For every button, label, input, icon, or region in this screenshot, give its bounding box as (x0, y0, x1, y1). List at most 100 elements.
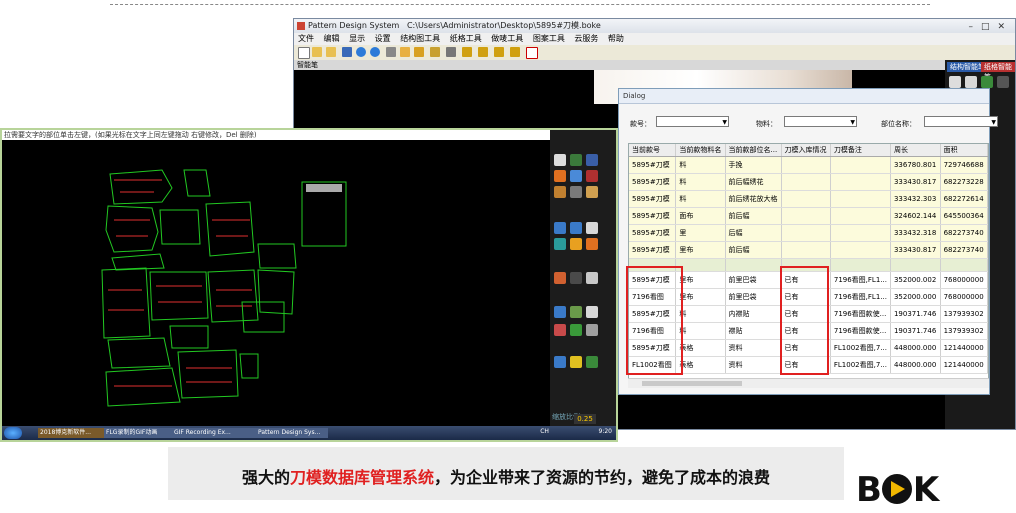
col-header-part[interactable]: 当前款部位名... (725, 144, 782, 157)
pattern-canvas[interactable] (2, 140, 550, 426)
text-tool-icon[interactable] (586, 272, 598, 284)
scissor-icon[interactable] (446, 47, 456, 57)
menu-view[interactable]: 显示 (349, 34, 365, 43)
zoom-icon[interactable] (430, 47, 440, 57)
pattern-piece-front-left (149, 271, 209, 321)
window-controls[interactable]: –□✕ (968, 20, 1013, 34)
chart-tool-icon[interactable] (554, 324, 566, 336)
ruler-icon[interactable] (478, 47, 488, 57)
col-header-note[interactable]: 刀模备注 (830, 144, 891, 157)
layout-tool-icon-2[interactable] (570, 324, 582, 336)
menu-graphic-tools[interactable]: 图案工具 (533, 34, 565, 43)
table-row[interactable]: 5895#刀模里后幅 333432.318 682273740 (629, 224, 988, 242)
menu-label-tools[interactable]: 做唛工具 (491, 34, 523, 43)
layout-tool-icon[interactable] (965, 76, 977, 88)
rotate-tool-icon[interactable] (554, 238, 566, 250)
mirror-icon[interactable] (510, 47, 520, 57)
button-tool-icon[interactable] (570, 272, 582, 284)
list-tool-icon[interactable] (997, 76, 1009, 88)
move-icon[interactable] (414, 47, 424, 57)
language-indicator[interactable]: CH (540, 428, 549, 435)
hand-icon[interactable] (400, 47, 410, 57)
mark-tool-icon[interactable] (554, 306, 566, 318)
cell: 190371.746 (890, 305, 941, 323)
cell: 5895#刀模 (629, 190, 677, 208)
delete-icon[interactable] (386, 47, 396, 57)
caption-text: 强大的刀模数据库管理系统，为企业带来了资源的节约，避免了成本的浪费 (168, 464, 844, 488)
open-folder-icon[interactable] (312, 47, 322, 57)
align-tool-icon[interactable] (586, 238, 598, 250)
menu-file[interactable]: 文件 (298, 34, 314, 43)
task-item-4[interactable]: Pattern Design Sys... (256, 428, 328, 438)
table-row[interactable]: 5895#刀模料前后幅绣花 333430.817 682273228 (629, 173, 988, 191)
material-filter-select[interactable]: ▼ (784, 116, 857, 127)
redo-icon[interactable] (370, 47, 380, 57)
cell: 里布 (675, 241, 726, 259)
measure-icon[interactable] (462, 47, 472, 57)
task-item-2[interactable]: FLG录制的GIF动画 (104, 428, 172, 438)
task-item-1[interactable]: 2018博克新软件... (38, 428, 104, 438)
new-file-icon[interactable] (298, 47, 310, 59)
drill-tool-icon[interactable] (586, 306, 598, 318)
col-header-area[interactable]: 面积 (940, 144, 988, 157)
menu-structure-tools[interactable]: 结构图工具 (400, 34, 440, 43)
grid-tool-icon[interactable] (949, 76, 961, 88)
menu-settings[interactable]: 设置 (375, 34, 391, 43)
menu-help[interactable]: 帮助 (608, 34, 624, 43)
notch-tool-icon[interactable] (586, 186, 598, 198)
measure-tool-icon[interactable] (570, 356, 582, 368)
grade-icon[interactable] (494, 47, 504, 57)
point-tool-icon[interactable] (570, 154, 582, 166)
table-row[interactable]: 5895#刀模 里布 前后幅 333430.817 682273740 (629, 241, 988, 259)
menu-edit[interactable]: 编辑 (324, 34, 340, 43)
figure-tool-icon[interactable] (554, 272, 566, 284)
part-filter-select[interactable]: ▼ (924, 116, 998, 127)
pen-tool-icon[interactable] (526, 47, 538, 59)
line-tool-icon[interactable] (586, 154, 598, 166)
table-row[interactable]: 5895#刀模料手挽 336780.801 729746688 (629, 156, 988, 174)
pattern-pen-tab[interactable]: 纸格智能笔 (981, 62, 1015, 81)
cell: 5895#刀模 (629, 173, 677, 191)
logo-letter-k: K (912, 470, 939, 510)
zoom-value[interactable]: 0.25 (574, 414, 596, 424)
col-header-stock[interactable]: 刀模入库情况 (781, 144, 831, 157)
menu-cloud[interactable]: 云服务 (574, 34, 598, 43)
horizontal-scrollbar[interactable] (628, 378, 989, 388)
col-header-material[interactable]: 当前款物料名 (675, 144, 726, 157)
select-tool-icon[interactable] (554, 154, 566, 166)
col-header-perimeter[interactable]: 周长 (890, 144, 941, 157)
start-button[interactable] (4, 427, 22, 439)
flip-tool-icon[interactable] (570, 238, 582, 250)
pleat-tool-icon[interactable] (570, 186, 582, 198)
stitch-tool-icon[interactable] (570, 306, 582, 318)
cell: 内襟贴 (725, 305, 782, 323)
style-filter-select[interactable]: ▼ (656, 116, 729, 127)
export-tool-icon[interactable] (554, 356, 566, 368)
cell: 手挽 (725, 156, 782, 174)
cell: 7196看图,FL1... (830, 271, 891, 289)
open-recent-icon[interactable] (326, 47, 336, 57)
table-row[interactable]: 5895#刀模料前后绣花放大格 333432.303 682272614 (629, 190, 988, 208)
menu-pattern-tools[interactable]: 纸格工具 (450, 34, 482, 43)
undo-icon[interactable] (356, 47, 366, 57)
curve-tool-icon[interactable] (554, 170, 566, 182)
status-hint: 拉需要文字的部位单击左键，(如果光标在文字上同左键拖动 右键修改，Del 删除) (2, 130, 550, 140)
grading-tool-icon[interactable] (554, 222, 566, 234)
sheet-tool-icon[interactable] (981, 76, 993, 88)
print-tool-icon[interactable] (586, 324, 598, 336)
task-item-3[interactable]: GIF Recording Ex... (172, 428, 256, 438)
cell: 里布 (675, 271, 726, 289)
cut-tool-icon[interactable] (586, 170, 598, 182)
col-header-style[interactable]: 当前款号 (629, 144, 677, 157)
cell: 5895#刀模 (629, 207, 677, 225)
settings-tool-icon[interactable] (586, 356, 598, 368)
smart-pen-label: 智能笔 (297, 61, 318, 69)
arc-tool-icon[interactable] (570, 170, 582, 182)
table-row[interactable]: 5895#刀模 面布 前后幅 324602.144 645500364 (629, 207, 988, 225)
save-icon[interactable] (342, 47, 352, 57)
dart-tool-icon[interactable] (554, 186, 566, 198)
scrollbar-thumb[interactable] (642, 381, 742, 386)
caption-highlight: 刀模数据库管理系统 (289, 468, 434, 487)
table-tool-icon[interactable] (570, 222, 582, 234)
sheet-tool-icon-2[interactable] (586, 222, 598, 234)
